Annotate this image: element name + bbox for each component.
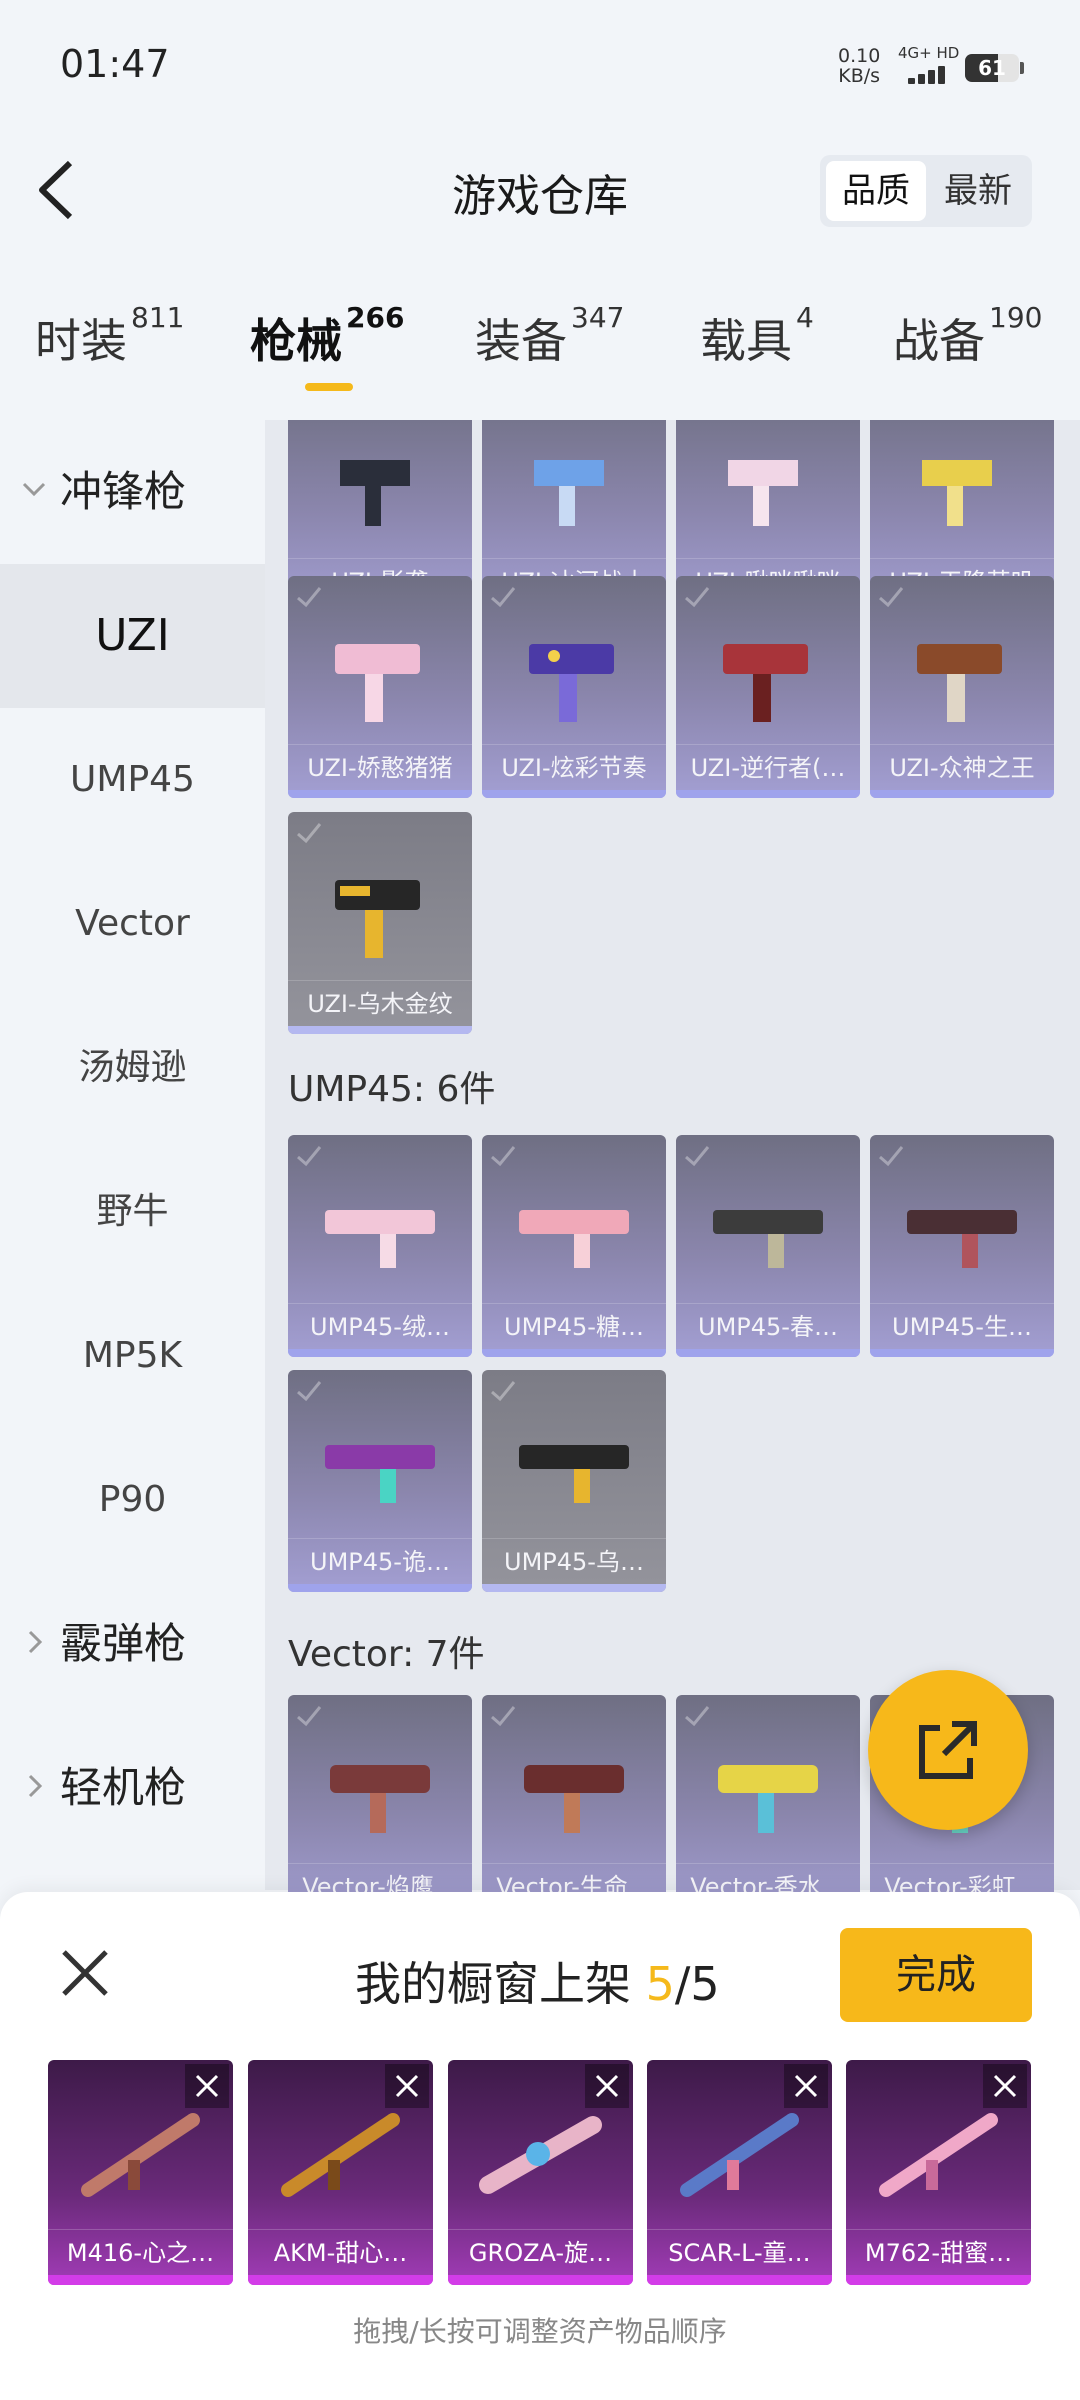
item-card[interactable]: UZI-娇憨猪猪: [288, 576, 472, 798]
item-card[interactable]: Vector-生命…: [482, 1695, 666, 1892]
item-card[interactable]: UMP45-糖…: [482, 1135, 666, 1357]
item-card[interactable]: Vector-香水…: [676, 1695, 860, 1892]
m762-skin-icon: [879, 2113, 998, 2197]
ump45-skin-icon: [713, 1210, 823, 1268]
sidebar-group-shotgun[interactable]: 霰弹枪: [0, 1572, 265, 1716]
sidebar-item-uzi[interactable]: UZI: [0, 564, 265, 708]
section-title-vector: Vector: 7件: [288, 1634, 485, 1675]
speed-unit: KB/s: [838, 65, 881, 87]
sidebar-group-lmg[interactable]: 轻机枪: [0, 1716, 265, 1860]
chevron-right-icon: [28, 1630, 43, 1654]
sort-quality-button[interactable]: 品质: [826, 161, 926, 221]
uzi-skin-icon: [917, 644, 1002, 722]
vector-skin-icon: [524, 1765, 624, 1833]
sort-toggle: 品质 最新: [820, 155, 1032, 227]
max-count: /5: [674, 1957, 720, 2011]
tab-equipment[interactable]: 装备 347: [475, 301, 624, 385]
vector-skin-icon: [718, 1765, 818, 1833]
uzi-skin-icon: [922, 460, 992, 526]
item-card[interactable]: UZI-逆行者(…: [676, 576, 860, 798]
selected-item[interactable]: SCAR-L-童…: [647, 2060, 832, 2285]
ump45-skin-icon: [325, 1445, 435, 1503]
sidebar-item-vector[interactable]: Vector: [0, 852, 265, 996]
item-card[interactable]: UMP45-诡…: [288, 1370, 472, 1592]
m416-skin-icon: [81, 2113, 200, 2197]
sidebar: 冲锋枪 UZI UMP45 Vector 汤姆逊 野牛 MP5K P90 霰弹枪…: [0, 420, 265, 1890]
ump45-skin-icon: [519, 1210, 629, 1268]
sidebar-item-p90[interactable]: P90: [0, 1428, 265, 1572]
ump45-skin-icon: [325, 1210, 435, 1268]
item-card[interactable]: Vector-焰鹰…: [288, 1695, 472, 1892]
item-card[interactable]: UMP45-春…: [676, 1135, 860, 1357]
uzi-skin-icon: [728, 460, 798, 526]
sidebar-group-label: 轻机枪: [60, 1763, 187, 1812]
sidebar-group-label: 霰弹枪: [60, 1619, 187, 1668]
tab-supplies[interactable]: 战备 190: [893, 301, 1042, 385]
selected-item[interactable]: GROZA-旋…: [448, 2060, 633, 2285]
groza-skin-icon: [479, 2116, 602, 2194]
share-button[interactable]: [868, 1670, 1028, 1830]
selected-item[interactable]: M762-甜蜜…: [846, 2060, 1031, 2285]
uzi-skin-icon: [723, 644, 808, 722]
speed-value: 0.10: [838, 45, 881, 67]
close-button[interactable]: [50, 1938, 120, 2008]
sidebar-item-mp5k[interactable]: MP5K: [0, 1284, 265, 1428]
network-speed: 0.10 KB/s: [838, 46, 880, 86]
item-card[interactable]: UZI-炫彩节奏: [482, 576, 666, 798]
tab-guns[interactable]: 枪械 266: [250, 301, 404, 385]
status-bar: 01:47 0.10 KB/s 4G+ HD 61: [0, 0, 1080, 130]
battery-level: 61: [978, 56, 1006, 80]
sort-newest-button[interactable]: 最新: [928, 161, 1028, 221]
category-tabs: 时装 811 枪械 266 装备 347 载具 4 战备 190: [0, 301, 1080, 415]
chevron-down-icon: [22, 482, 46, 497]
item-card[interactable]: UZI-乌木金纹: [288, 812, 472, 1034]
selected-item[interactable]: AKM-甜心…: [248, 2060, 433, 2285]
chevron-right-icon: [28, 1774, 43, 1798]
item-card[interactable]: UMP45-绒…: [288, 1135, 472, 1357]
item-card[interactable]: UMP45-生…: [870, 1135, 1054, 1357]
uzi-skin-icon: [335, 644, 420, 722]
tab-vehicles[interactable]: 载具 4: [700, 301, 814, 385]
uzi-skin-icon: [534, 460, 604, 526]
uzi-skin-icon: [529, 644, 614, 722]
akm-skin-icon: [281, 2113, 400, 2197]
sidebar-item-thompson[interactable]: 汤姆逊: [0, 996, 265, 1140]
close-icon: [62, 1950, 108, 1996]
selected-item[interactable]: M416-心之…: [48, 2060, 233, 2285]
ump45-skin-icon: [907, 1210, 1017, 1268]
signal-icon: [898, 64, 952, 84]
network-type: 4G+ HD: [898, 44, 960, 62]
section-title-ump45: UMP45: 6件: [288, 1069, 496, 1110]
tab-fashion[interactable]: 时装 811: [35, 301, 184, 385]
item-card[interactable]: UMP45-乌…: [482, 1370, 666, 1592]
uzi-skin-icon: [335, 880, 420, 958]
reorder-hint: 拖拽/长按可调整资产物品顺序: [353, 2315, 727, 2348]
clock: 01:47: [60, 42, 170, 86]
vector-skin-icon: [330, 1765, 430, 1833]
share-icon: [919, 1721, 977, 1779]
panel-title: 我的橱窗上架 5/5: [355, 1948, 720, 2014]
sidebar-item-ump45[interactable]: UMP45: [0, 708, 265, 852]
scar-l-skin-icon: [680, 2113, 799, 2197]
sidebar-group-smg[interactable]: 冲锋枪: [0, 420, 265, 564]
battery-icon: 61: [965, 54, 1019, 82]
sidebar-group-label: 冲锋枪: [60, 467, 187, 516]
uzi-skin-icon: [340, 460, 410, 526]
ump45-skin-icon: [519, 1445, 629, 1503]
panel-title-text: 我的橱窗上架: [355, 1957, 646, 2011]
done-button[interactable]: 完成: [840, 1928, 1032, 2022]
sidebar-item-bizon[interactable]: 野牛: [0, 1140, 265, 1284]
selected-count: 5: [645, 1957, 675, 2011]
item-card[interactable]: UZI-众神之王: [870, 576, 1054, 798]
active-tab-indicator: [305, 383, 353, 391]
